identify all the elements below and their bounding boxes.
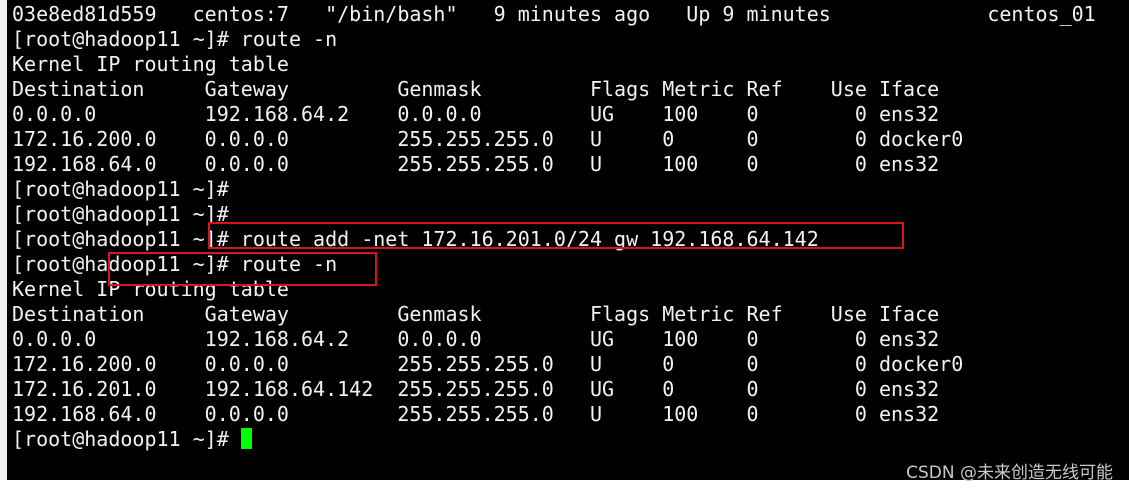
terminal-line-route-row: 172.16.200.0 0.0.0.0 255.255.255.0 U 0 0… <box>12 127 964 151</box>
terminal-line-route-row: 0.0.0.0 192.168.64.2 0.0.0.0 UG 100 0 0 … <box>12 327 940 351</box>
window-left-edge <box>0 0 7 490</box>
terminal-window[interactable]: 03e8ed81d559 centos:7 "/bin/bash" 9 minu… <box>7 0 1129 480</box>
terminal-line-table-title: Kernel IP routing table <box>12 52 289 76</box>
terminal-line-prompt-route: [root@hadoop11 ~]# route -n <box>12 252 338 276</box>
terminal-line-route-row: 192.168.64.0 0.0.0.0 255.255.255.0 U 100… <box>12 402 940 426</box>
terminal-line-prompt-active[interactable]: [root@hadoop11 ~]# <box>12 427 252 452</box>
terminal-line-route-row: 192.168.64.0 0.0.0.0 255.255.255.0 U 100… <box>12 152 940 176</box>
terminal-line-prompt: [root@hadoop11 ~]# <box>12 177 229 201</box>
terminal-line-prompt: [root@hadoop11 ~]# <box>12 202 229 226</box>
terminal-line-table-title: Kernel IP routing table <box>12 277 289 301</box>
terminal-line-docker-ps: 03e8ed81d559 centos:7 "/bin/bash" 9 minu… <box>12 2 1096 26</box>
terminal-line-table-header: Destination Gateway Genmask Flags Metric… <box>12 302 940 326</box>
terminal-line-route-add: [root@hadoop11 ~]# route add -net 172.16… <box>12 227 819 251</box>
terminal-line-route-row: 172.16.200.0 0.0.0.0 255.255.255.0 U 0 0… <box>12 352 964 376</box>
terminal-cursor <box>240 428 252 449</box>
terminal-line-prompt-route: [root@hadoop11 ~]# route -n <box>12 27 338 51</box>
terminal-line-route-row: 172.16.201.0 192.168.64.142 255.255.255.… <box>12 377 940 401</box>
terminal-line-route-row: 0.0.0.0 192.168.64.2 0.0.0.0 UG 100 0 0 … <box>12 102 940 126</box>
csdn-watermark: CSDN @未来创造无线可能 <box>906 463 1113 483</box>
terminal-line-table-header: Destination Gateway Genmask Flags Metric… <box>12 77 940 101</box>
terminal-prompt-text: [root@hadoop11 ~]# <box>12 427 241 451</box>
